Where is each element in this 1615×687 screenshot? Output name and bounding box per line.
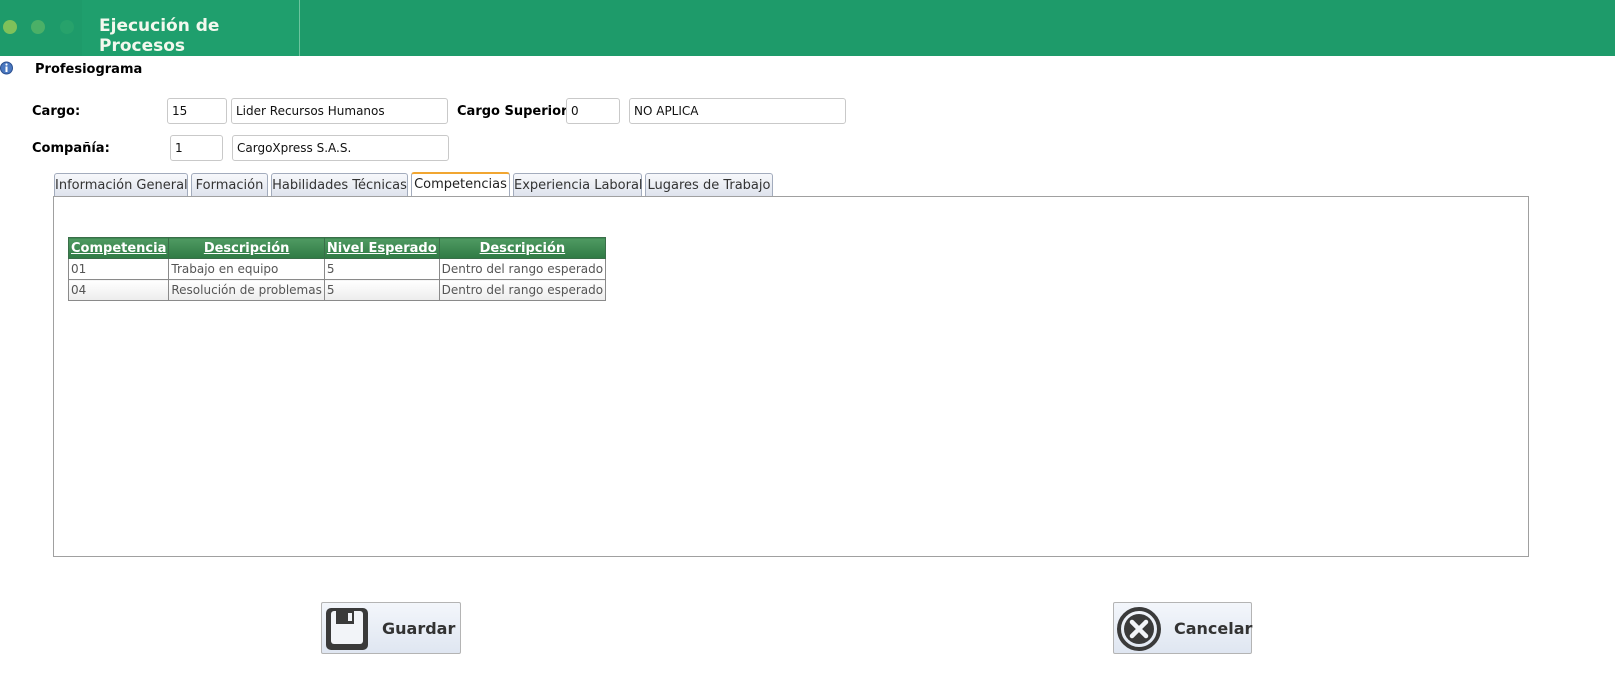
cargo-label: Cargo: [32, 104, 81, 119]
dot-2 [31, 20, 45, 34]
column-header-nivel-esperado[interactable]: Nivel Esperado [323, 237, 440, 259]
tab-competencias[interactable]: Competencias [411, 172, 510, 197]
competencias-grid: Competencia Descripción Nivel Esperado D… [67, 237, 607, 301]
cell-competencia: 04 [67, 279, 170, 301]
cancel-button[interactable]: Cancelar [1113, 602, 1252, 654]
cell-descripcion-nivel: Dentro del rango esperado [438, 258, 607, 280]
compania-code-field[interactable]: 1 [170, 135, 223, 161]
info-icon [0, 61, 13, 75]
cell-descripcion-nivel: Dentro del rango esperado [438, 279, 607, 301]
cargo-superior-label: Cargo Superior: [457, 104, 573, 119]
dot-1 [3, 20, 17, 34]
competencias-panel: Competencia Descripción Nivel Esperado D… [53, 196, 1529, 557]
table-row[interactable]: 04 Resolución de problemas 5 Dentro del … [67, 279, 607, 301]
page-title: Ejecución de Procesos [99, 16, 220, 56]
column-header-competencia[interactable]: Competencia [67, 237, 170, 259]
tab-lugares-de-trabajo[interactable]: Lugares de Trabajo [645, 173, 773, 197]
cargo-superior-name-field[interactable]: NO APLICA [629, 98, 846, 124]
app-header: Ejecución de Procesos [0, 0, 1615, 56]
save-button-label: Guardar [382, 619, 456, 638]
tab-formacion[interactable]: Formación [191, 173, 268, 197]
dot-3 [60, 20, 74, 34]
cancel-button-label: Cancelar [1174, 619, 1253, 638]
compania-name-field[interactable]: CargoXpress S.A.S. [232, 135, 449, 161]
title-area: Ejecución de Procesos [82, 0, 300, 56]
tab-experiencia-laboral[interactable]: Experiencia Laboral [513, 173, 643, 197]
cargo-superior-code-field[interactable]: 0 [566, 98, 620, 124]
cargo-name-field[interactable]: Lider Recursos Humanos [231, 98, 448, 124]
tab-habilidades-tecnicas[interactable]: Habilidades Técnicas [271, 173, 408, 197]
close-circle-icon [1117, 607, 1161, 651]
cell-nivel-esperado: 5 [323, 279, 440, 301]
cell-nivel-esperado: 5 [323, 258, 440, 280]
floppy-disk-icon [326, 608, 368, 650]
cargo-code-field[interactable]: 15 [167, 98, 227, 124]
table-row[interactable]: 01 Trabajo en equipo 5 Dentro del rango … [67, 258, 607, 280]
section-subtitle: Profesiograma [35, 62, 143, 77]
cell-competencia: 01 [67, 258, 170, 280]
save-button[interactable]: Guardar [321, 602, 461, 654]
column-header-descripcion-nivel[interactable]: Descripción [438, 237, 607, 259]
tab-informacion-general[interactable]: Información General [54, 173, 188, 197]
compania-label: Compañía: [32, 141, 110, 156]
column-header-descripcion[interactable]: Descripción [168, 237, 325, 259]
cell-descripcion: Resolución de problemas [168, 279, 325, 301]
cell-descripcion: Trabajo en equipo [168, 258, 325, 280]
